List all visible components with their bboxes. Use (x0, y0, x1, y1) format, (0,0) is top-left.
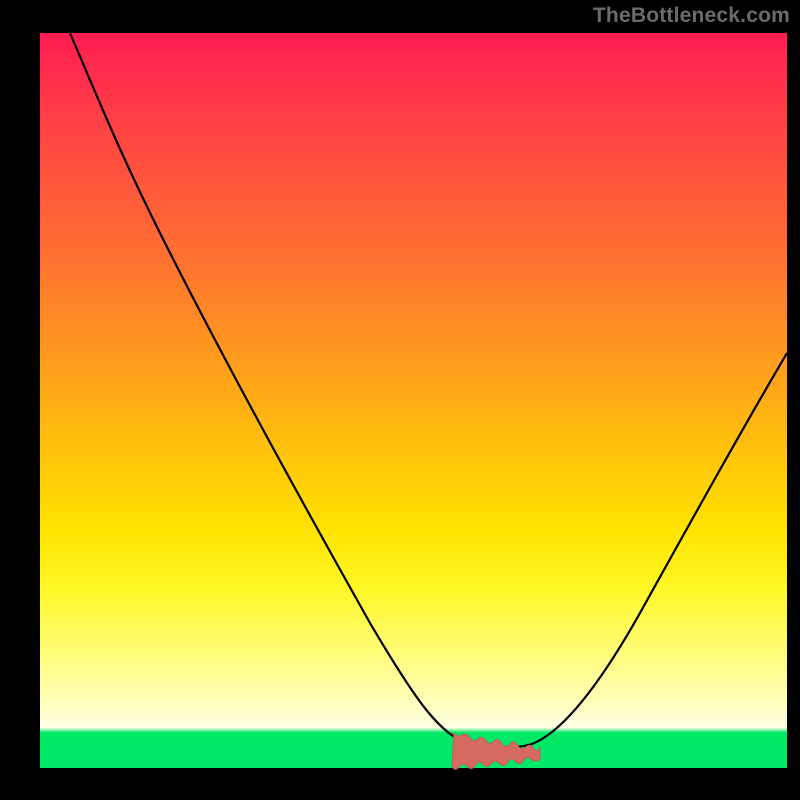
chart-frame: TheBottleneck.com (0, 0, 800, 800)
optimal-marker (452, 733, 540, 769)
watermark-text: TheBottleneck.com (593, 4, 790, 28)
curve-path (70, 33, 787, 748)
bottleneck-curve (40, 33, 787, 768)
plot-area (40, 33, 787, 768)
